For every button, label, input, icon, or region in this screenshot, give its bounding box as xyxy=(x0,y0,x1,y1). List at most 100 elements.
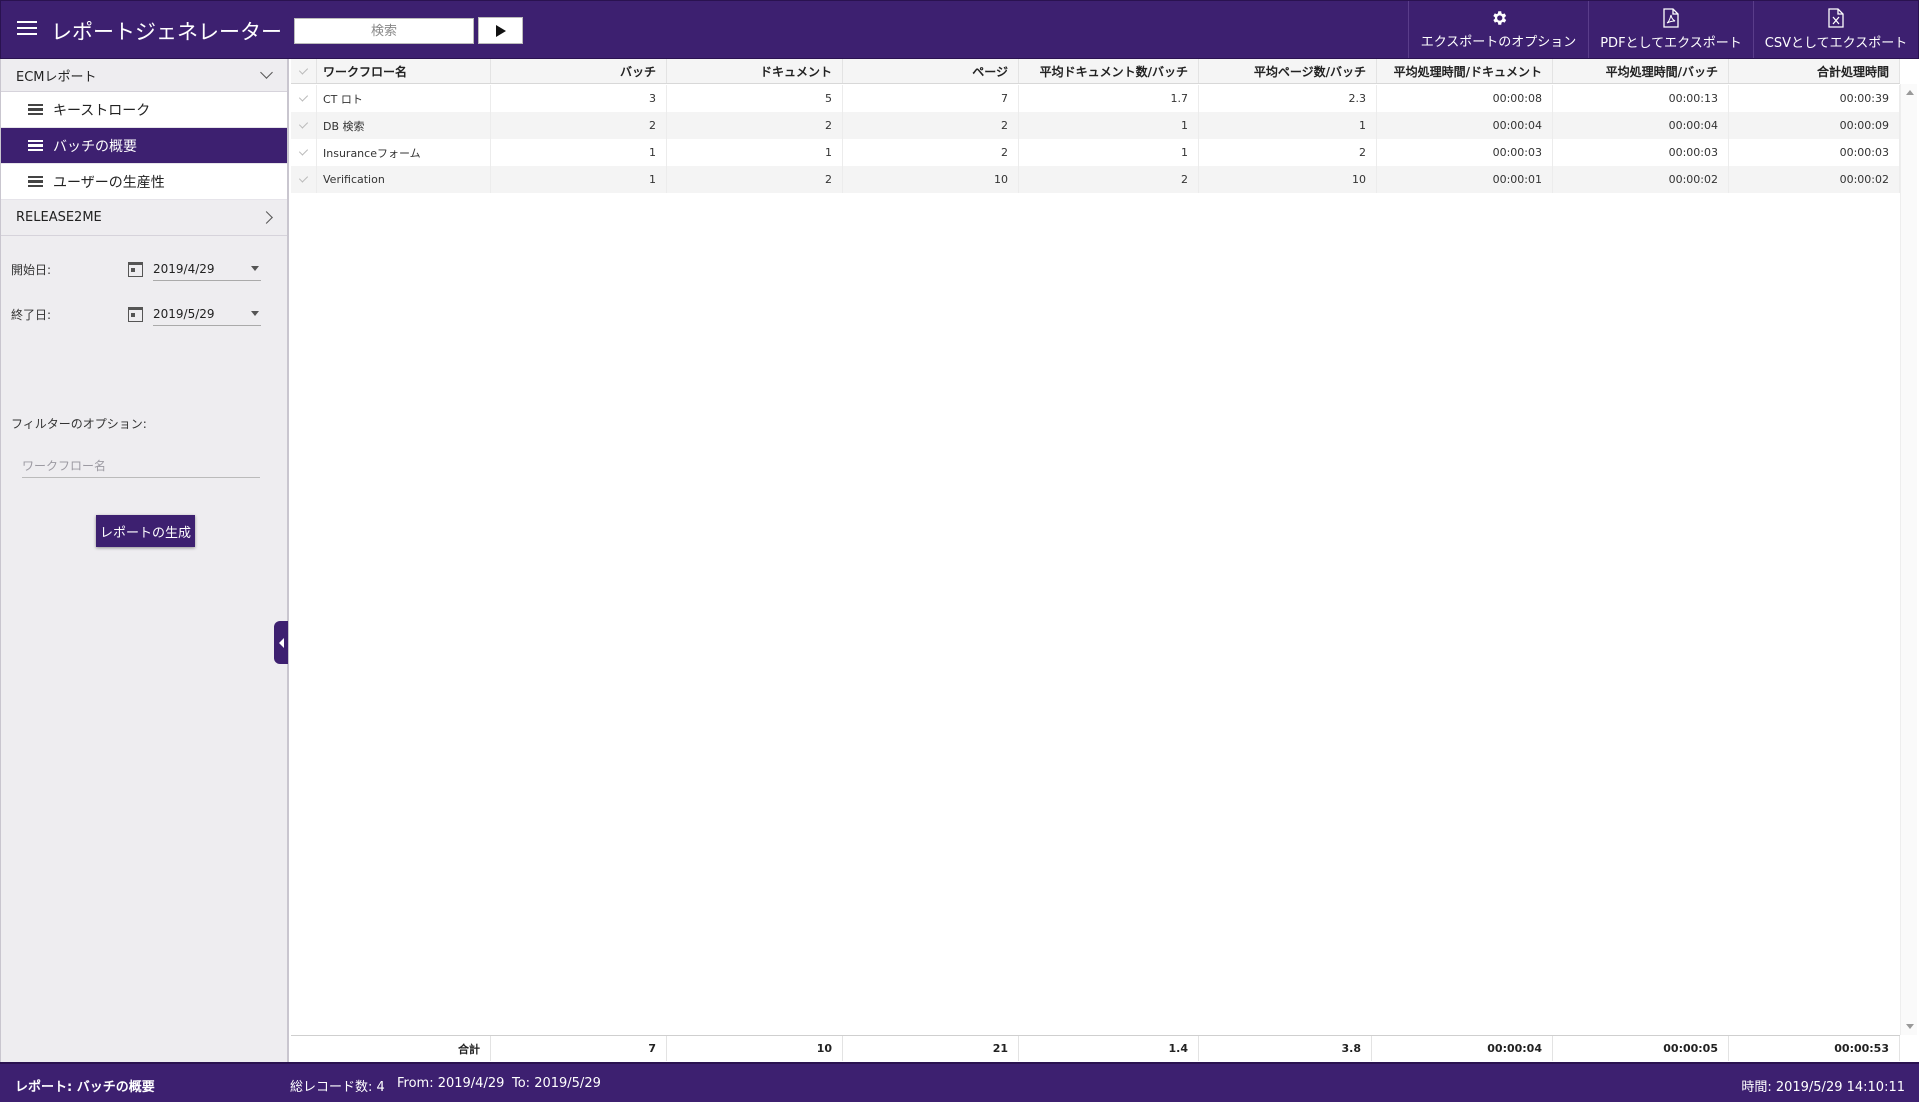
cell-workflow: Verification xyxy=(317,166,491,193)
col-header-avg-time-per-doc[interactable]: 平均処理時間/ドキュメント xyxy=(1377,59,1553,83)
cell-avg-docs: 1.7 xyxy=(1019,85,1199,112)
scroll-up-arrow-icon[interactable] xyxy=(1906,90,1914,95)
generate-report-button[interactable]: レポートの生成 xyxy=(96,515,195,547)
cell-workflow: Insuranceフォーム xyxy=(317,139,491,166)
footer-avg-docs: 1.4 xyxy=(1019,1036,1199,1061)
export-pdf-button[interactable]: PDFとしてエクスポート xyxy=(1588,1,1753,58)
col-header-documents[interactable]: ドキュメント xyxy=(667,59,843,83)
section-release2me-header[interactable]: RELEASE2ME xyxy=(1,200,287,236)
dropdown-arrow-icon xyxy=(251,266,259,271)
export-options-label: エクスポートのオプション xyxy=(1420,35,1577,50)
cell-avg-time-batch: 00:00:13 xyxy=(1553,85,1729,112)
filter-options-label: フィルターのオプション: xyxy=(11,417,147,431)
cell-avg-pages: 10 xyxy=(1199,166,1377,193)
check-icon xyxy=(298,119,309,129)
section-ecm-reports-header[interactable]: ECMレポート xyxy=(1,59,287,92)
footer-batch: 7 xyxy=(491,1036,667,1061)
grid-header-row: ワークフロー名 バッチ ドキュメント ページ 平均ドキュメント数/バッチ 平均ペ… xyxy=(291,59,1900,84)
col-header-avg-time-per-batch[interactable]: 平均処理時間/バッチ xyxy=(1553,59,1729,83)
sidebar-item-batch-summary[interactable]: バッチの概要 xyxy=(1,128,287,164)
row-checkbox[interactable] xyxy=(291,112,317,139)
table-row[interactable]: Verification 1 2 10 2 10 00:00:01 00:00:… xyxy=(291,166,1900,193)
col-header-workflow[interactable]: ワークフロー名 xyxy=(317,59,491,83)
cell-avg-time-doc: 00:00:04 xyxy=(1377,112,1553,139)
cell-avg-pages: 2 xyxy=(1199,139,1377,166)
app-header: レポートジェネレーター エクスポートのオプション PDFとしてエクスポート CS… xyxy=(0,0,1919,59)
list-icon xyxy=(28,175,43,188)
report-grid: ワークフロー名 バッチ ドキュメント ページ 平均ドキュメント数/バッチ 平均ペ… xyxy=(291,59,1917,1062)
cell-pages: 2 xyxy=(843,112,1019,139)
col-header-avg-docs-per-batch[interactable]: 平均ドキュメント数/バッチ xyxy=(1019,59,1199,83)
calendar-icon[interactable] xyxy=(128,306,143,322)
col-header-pages[interactable]: ページ xyxy=(843,59,1019,83)
col-header-avg-pages-per-batch[interactable]: 平均ページ数/バッチ xyxy=(1199,59,1377,83)
cell-pages: 7 xyxy=(843,85,1019,112)
cell-batch: 3 xyxy=(491,85,667,112)
cell-total-time: 00:00:02 xyxy=(1729,166,1900,193)
sidebar-item-label: ユーザーの生産性 xyxy=(53,174,165,191)
cell-documents: 2 xyxy=(667,166,843,193)
export-pdf-label: PDFとしてエクスポート xyxy=(1600,36,1742,51)
cell-pages: 10 xyxy=(843,166,1019,193)
start-date-label: 開始日: xyxy=(11,262,52,277)
export-options-button[interactable]: エクスポートのオプション xyxy=(1408,1,1588,58)
footer-avg-time-batch: 00:00:05 xyxy=(1553,1036,1729,1061)
status-bar: レポート: バッチの概要 総レコード数: 4 From: 2019/4/29 T… xyxy=(0,1062,1919,1102)
footer-avg-pages: 3.8 xyxy=(1199,1036,1372,1061)
scroll-down-arrow-icon[interactable] xyxy=(1906,1024,1914,1029)
list-icon xyxy=(28,103,43,116)
end-date-picker[interactable]: 2019/5/29 xyxy=(153,302,261,326)
calendar-icon[interactable] xyxy=(128,261,143,277)
chevron-right-icon xyxy=(260,211,273,224)
col-header-batch[interactable]: バッチ xyxy=(491,59,667,83)
cell-avg-time-doc: 00:00:03 xyxy=(1377,139,1553,166)
start-date-picker[interactable]: 2019/4/29 xyxy=(153,257,261,281)
table-row[interactable]: DB 検索 2 2 2 1 1 00:00:04 00:00:04 00:00:… xyxy=(291,112,1900,139)
sidebar-item-label: バッチの概要 xyxy=(53,138,137,155)
start-date-value: 2019/4/29 xyxy=(153,261,215,276)
footer-avg-time-doc: 00:00:04 xyxy=(1372,1036,1553,1061)
sidebar-item-user-productivity[interactable]: ユーザーの生産性 xyxy=(1,164,287,200)
table-row[interactable]: CT ロト 3 5 7 1.7 2.3 00:00:08 00:00:13 00… xyxy=(291,85,1900,112)
footer-total-time: 00:00:53 xyxy=(1729,1036,1900,1061)
app-title: レポートジェネレーター xyxy=(51,20,282,44)
sidebar-item-keystroke[interactable]: キーストローク xyxy=(1,92,287,128)
row-checkbox[interactable] xyxy=(291,139,317,166)
cell-avg-time-doc: 00:00:08 xyxy=(1377,85,1553,112)
cell-batch: 2 xyxy=(491,112,667,139)
start-date-row: 開始日: 2019/4/29 xyxy=(11,257,266,281)
cell-total-time: 00:00:09 xyxy=(1729,112,1900,139)
collapse-sidebar-handle[interactable] xyxy=(274,621,288,664)
cell-avg-pages: 2.3 xyxy=(1199,85,1377,112)
status-time: 時間: 2019/5/29 14:10:11 xyxy=(1741,1080,1905,1095)
cell-workflow: DB 検索 xyxy=(317,112,491,139)
select-all-checkbox[interactable] xyxy=(291,59,317,83)
footer-documents: 10 xyxy=(667,1036,843,1061)
row-checkbox[interactable] xyxy=(291,166,317,193)
status-to-date: To: 2019/5/29 xyxy=(512,1076,601,1091)
cell-total-time: 00:00:39 xyxy=(1729,85,1900,112)
status-record-count: 総レコード数: 4 xyxy=(290,1080,385,1095)
cell-avg-time-batch: 00:00:04 xyxy=(1553,112,1729,139)
end-date-row: 終了日: 2019/5/29 xyxy=(11,302,266,326)
workflow-name-input[interactable] xyxy=(22,454,260,478)
grid-footer-totals: 合計 7 10 21 1.4 3.8 00:00:04 00:00:05 00:… xyxy=(291,1035,1900,1061)
hamburger-menu-icon[interactable] xyxy=(17,21,37,37)
sidebar-item-label: キーストローク xyxy=(53,102,151,119)
col-header-total-time[interactable]: 合計処理時間 xyxy=(1729,59,1900,83)
excel-file-icon xyxy=(1828,8,1844,28)
dropdown-arrow-icon xyxy=(251,311,259,316)
table-row[interactable]: Insuranceフォーム 1 1 2 1 2 00:00:03 00:00:0… xyxy=(291,139,1900,166)
end-date-value: 2019/5/29 xyxy=(153,306,215,321)
cell-documents: 2 xyxy=(667,112,843,139)
status-report-name: レポート: バッチの概要 xyxy=(15,1080,155,1095)
vertical-scrollbar[interactable] xyxy=(1900,84,1917,1035)
gear-icon xyxy=(1492,11,1506,25)
row-checkbox[interactable] xyxy=(291,85,317,112)
search-input[interactable] xyxy=(294,18,474,44)
export-csv-button[interactable]: CSVとしてエクスポート xyxy=(1753,1,1918,58)
search-go-button[interactable] xyxy=(478,17,523,44)
cell-batch: 1 xyxy=(491,166,667,193)
chevron-down-icon xyxy=(260,66,273,79)
cell-avg-docs: 1 xyxy=(1019,139,1199,166)
